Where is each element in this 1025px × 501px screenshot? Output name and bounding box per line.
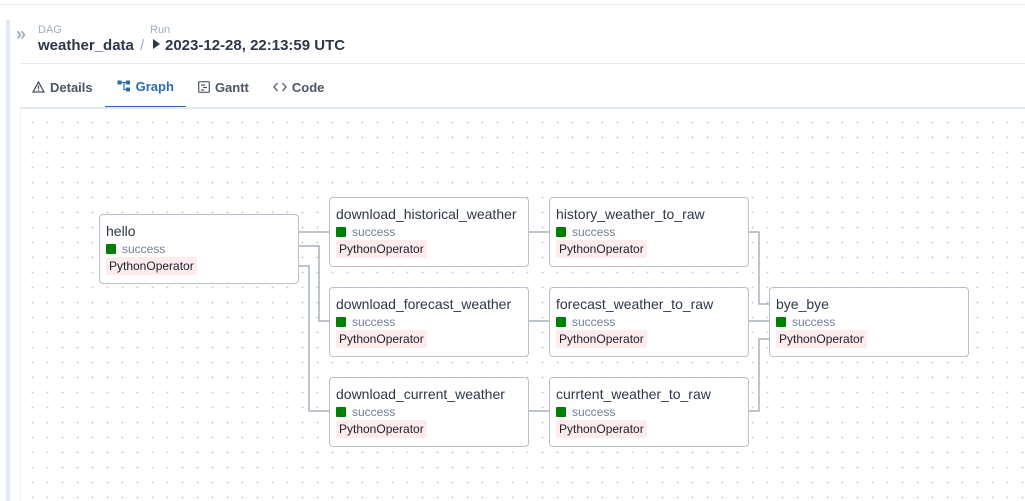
task-node-history-to-raw[interactable]: history_weather_to_raw success PythonOpe… [549, 197, 749, 267]
gantt-icon [198, 81, 210, 93]
breadcrumb-dag-label: DAG [38, 24, 62, 36]
success-status-icon [556, 317, 566, 327]
task-node-bye-bye[interactable]: bye_bye success PythonOperator [769, 287, 969, 357]
task-name: download_historical_weather [336, 206, 517, 222]
task-node-currtent-to-raw[interactable]: currtent_weather_to_raw success PythonOp… [549, 377, 749, 447]
graph-icon [117, 80, 131, 92]
task-node-forecast-to-raw[interactable]: forecast_weather_to_raw success PythonOp… [549, 287, 749, 357]
code-icon [273, 81, 287, 93]
task-node-download-current[interactable]: download_current_weather success PythonO… [329, 377, 529, 447]
success-status-icon [336, 407, 346, 417]
sidebar-rail[interactable] [6, 20, 10, 501]
success-status-icon [556, 227, 566, 237]
success-status-icon [776, 317, 786, 327]
header-divider [20, 63, 1025, 64]
task-node-download-forecast[interactable]: download_forecast_weather success Python… [329, 287, 529, 357]
operator-badge: PythonOperator [556, 330, 647, 348]
graph-canvas[interactable]: hello success PythonOperator download_hi… [20, 109, 1025, 501]
task-state: success [572, 225, 616, 239]
operator-badge: PythonOperator [336, 420, 427, 438]
task-state: success [572, 315, 616, 329]
expand-sidebar-icon[interactable]: » [16, 24, 26, 45]
success-status-icon [106, 244, 116, 254]
tab-gantt[interactable]: Gantt [186, 66, 261, 108]
task-name: download_current_weather [336, 386, 505, 402]
edge-currtent-bye [749, 338, 769, 412]
task-state: success [352, 225, 396, 239]
tab-bar: Details Graph Gantt Code [20, 66, 336, 108]
task-state: success [122, 242, 166, 256]
success-status-icon [336, 227, 346, 237]
task-name: hello [106, 223, 136, 239]
tab-details-label: Details [50, 79, 93, 95]
tab-code-label: Code [291, 79, 325, 95]
task-state: success [792, 315, 836, 329]
task-node-hello[interactable]: hello success PythonOperator [99, 214, 299, 284]
tab-details[interactable]: Details [20, 66, 105, 108]
task-state: success [572, 405, 616, 419]
success-status-icon [556, 407, 566, 417]
warning-icon [32, 81, 45, 93]
task-state: success [352, 315, 396, 329]
task-state: success [352, 405, 396, 419]
breadcrumb-dag-value[interactable]: weather_data [38, 37, 134, 54]
tab-graph[interactable]: Graph [104, 66, 186, 108]
breadcrumb-run-value[interactable]: 2023-12-28, 22:13:59 UTC [165, 37, 345, 54]
operator-badge: PythonOperator [776, 330, 867, 348]
task-node-download-historical[interactable]: download_historical_weather success Pyth… [329, 197, 529, 267]
tab-gantt-label: Gantt [214, 79, 249, 95]
edge-hello-download-current [299, 265, 329, 412]
operator-badge: PythonOperator [106, 257, 197, 275]
success-status-icon [336, 317, 346, 327]
edge-hello-download-forecast [299, 245, 329, 322]
task-name: currtent_weather_to_raw [556, 386, 711, 402]
edge-history-bye [749, 231, 769, 305]
operator-badge: PythonOperator [556, 240, 647, 258]
operator-badge: PythonOperator [556, 420, 647, 438]
tab-code[interactable]: Code [261, 66, 337, 108]
task-name: history_weather_to_raw [556, 206, 705, 222]
breadcrumb-run-label: Run [150, 24, 171, 36]
operator-badge: PythonOperator [336, 330, 427, 348]
task-name: forecast_weather_to_raw [556, 296, 714, 312]
operator-badge: PythonOperator [336, 240, 427, 258]
tab-graph-label: Graph [135, 78, 174, 94]
breadcrumb-separator: / [140, 37, 145, 54]
play-icon [153, 39, 160, 49]
task-name: download_forecast_weather [336, 296, 512, 312]
top-divider [0, 4, 1025, 5]
task-name: bye_bye [776, 296, 829, 312]
